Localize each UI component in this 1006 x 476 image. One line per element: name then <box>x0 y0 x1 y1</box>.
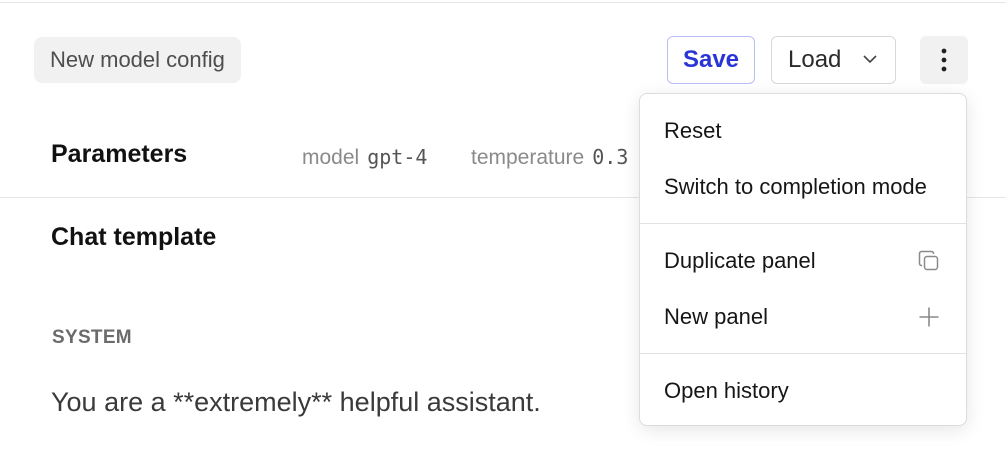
param-temperature[interactable]: temperature 0.3 <box>471 145 628 170</box>
menu-divider <box>640 223 966 224</box>
config-name-field[interactable]: New model config <box>34 37 241 83</box>
menu-divider <box>640 353 966 354</box>
vertical-ellipsis-icon <box>941 48 947 72</box>
system-message-content[interactable]: You are a **extremely** helpful assistan… <box>51 387 541 418</box>
more-options-button[interactable] <box>920 36 968 84</box>
message-role-label[interactable]: SYSTEM <box>52 327 132 349</box>
top-divider <box>0 2 1006 3</box>
plus-icon <box>919 307 939 327</box>
param-model-value: gpt-4 <box>367 145 428 169</box>
chat-template-title: Chat template <box>51 223 217 251</box>
menu-item-label: Reset <box>664 118 722 143</box>
menu-item-label: New panel <box>664 304 768 329</box>
param-temperature-label: temperature <box>471 146 585 169</box>
menu-item-label: Duplicate panel <box>664 248 816 273</box>
menu-item-open-history[interactable]: Open history <box>640 366 966 416</box>
more-options-menu: Reset Switch to completion mode Duplicat… <box>639 93 967 426</box>
menu-item-reset[interactable]: Reset <box>640 106 966 156</box>
menu-item-new-panel[interactable]: New panel <box>640 292 966 342</box>
parameters-title: Parameters <box>51 140 188 168</box>
param-model-label: model <box>302 146 360 169</box>
param-temperature-value: 0.3 <box>592 145 629 169</box>
copy-icon <box>918 250 939 271</box>
param-model[interactable]: model gpt-4 <box>302 145 427 170</box>
menu-item-duplicate-panel[interactable]: Duplicate panel <box>640 236 966 286</box>
load-button[interactable]: Load <box>771 36 896 84</box>
menu-item-label: Open history <box>664 378 789 403</box>
save-button[interactable]: Save <box>667 36 755 84</box>
chevron-down-icon <box>863 55 877 64</box>
menu-item-switch-completion-mode[interactable]: Switch to completion mode <box>640 162 966 212</box>
menu-item-label: Switch to completion mode <box>664 174 927 199</box>
playground-panel: New model config Save Load Parameters mo… <box>0 0 1006 476</box>
load-button-label: Load <box>788 46 842 73</box>
